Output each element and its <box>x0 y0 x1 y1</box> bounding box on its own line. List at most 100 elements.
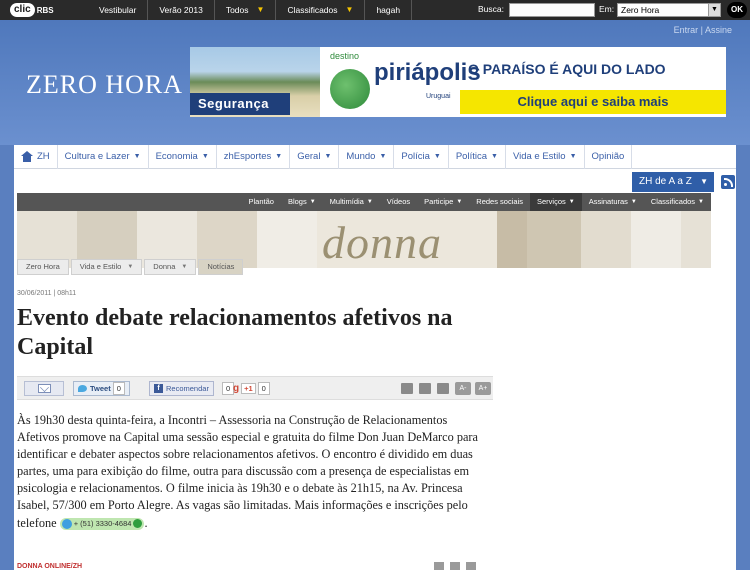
nav-label: Opinião <box>591 150 625 162</box>
site-header: Entrar | Assine ZERO HORA Segurança dest… <box>0 20 750 145</box>
section-nav-participe[interactable]: Participe ▼ <box>417 193 469 211</box>
font-decrease-button[interactable]: A- <box>455 382 471 395</box>
call-icon <box>133 519 143 529</box>
clic-rbs-logo[interactable]: clic RBS <box>10 2 56 18</box>
nav-policia[interactable]: Polícia ▼ <box>394 144 449 169</box>
banner-cta[interactable]: Clique aqui e saiba mais <box>460 90 726 114</box>
ad-banner[interactable]: Segurança destino piriápolis Uruguai O P… <box>190 47 726 117</box>
nav-economia[interactable]: Economia ▼ <box>149 144 217 169</box>
recommend-label: Recomendar <box>166 384 209 393</box>
comment-icon[interactable] <box>434 562 444 570</box>
section-nav-label: Assinaturas <box>588 197 628 206</box>
section-nav-label: Blogs <box>287 197 307 206</box>
section-nav-label: Participe <box>424 197 454 206</box>
rss-icon[interactable] <box>721 175 735 189</box>
article-datetime: 30/06/2011 | 08h11 <box>17 290 77 297</box>
top-nav-todos[interactable]: Todos ▼ <box>215 0 277 20</box>
tweet-button[interactable]: Tweet 0 <box>73 381 130 396</box>
google-plus-button[interactable]: g +1 0 <box>231 381 270 396</box>
band-block <box>497 211 527 268</box>
nav-label: Polícia <box>401 150 430 162</box>
scope-select[interactable]: Zero Hora ▼ <box>617 3 721 17</box>
nav-geral[interactable]: Geral ▼ <box>290 144 340 169</box>
tweet-count: 0 <box>112 382 125 395</box>
nav-cultura[interactable]: Cultura e Lazer ▼ <box>58 144 149 169</box>
band-block <box>581 211 631 268</box>
top-nav-classificados[interactable]: Classificados ▼ <box>276 0 366 20</box>
share-icon[interactable] <box>450 562 460 570</box>
nav-politica[interactable]: Política ▼ <box>449 144 506 169</box>
search-ok-button[interactable]: OK <box>727 2 747 18</box>
section-nav-assinaturas[interactable]: Assinaturas ▼ <box>582 193 644 211</box>
comment-icon[interactable] <box>401 383 413 394</box>
search-input[interactable] <box>509 3 595 17</box>
breadcrumb: Zero Hora Vida e Estilo ▼ Donna ▼ Notícias <box>17 259 245 275</box>
caret-down-icon: ▼ <box>700 177 708 186</box>
facebook-recommend-button[interactable]: f Recomendar <box>149 381 214 396</box>
top-nav-label: Todos <box>225 5 249 15</box>
section-nav-videos[interactable]: Vídeos <box>380 193 417 211</box>
breadcrumb-noticias[interactable]: Notícias <box>198 259 244 275</box>
article-title: Evento debate relacionamentos afetivos n… <box>17 305 453 360</box>
scope-select-value: Zero Hora <box>621 5 660 15</box>
top-nav-label: Vestibular <box>99 5 137 15</box>
home-icon <box>21 151 33 162</box>
band-block <box>257 211 317 268</box>
top-nav-label: Classificados <box>287 5 338 15</box>
email-button[interactable] <box>24 381 64 396</box>
caret-down-icon: ▼ <box>456 199 463 205</box>
chevron-down-icon: ▼ <box>256 5 265 14</box>
facebook-icon: f <box>154 384 163 393</box>
breadcrumb-vida-estilo[interactable]: Vida e Estilo ▼ <box>70 259 143 275</box>
nav-zhesportes[interactable]: zhEsportes ▼ <box>217 144 291 169</box>
section-nav-multimidia[interactable]: Multimídia ▼ <box>323 193 380 211</box>
nav-opiniao[interactable]: Opinião <box>585 144 633 169</box>
main-nav: ZH Cultura e Lazer ▼ Economia ▼ zhEsportes… <box>14 144 736 169</box>
nav-home[interactable]: ZH <box>14 144 58 169</box>
breadcrumb-zero-hora[interactable]: Zero Hora <box>17 259 69 275</box>
banner-uruguai: Uruguai <box>426 93 451 100</box>
article-tools: A- A+ <box>401 382 495 395</box>
top-nav-label: Verão 2013 <box>159 5 203 15</box>
share-icon[interactable] <box>419 383 431 394</box>
banner-piriapolis: piriápolis <box>374 59 481 86</box>
phone-badge[interactable]: + (51) 3330-4684 <box>59 517 145 530</box>
section-nav-label: Multimídia <box>329 197 364 206</box>
font-increase-button[interactable]: A+ <box>475 382 491 395</box>
piriapolis-logo-icon <box>330 69 370 109</box>
zero-hora-logo[interactable]: ZERO HORA <box>26 70 183 100</box>
band-block <box>631 211 681 268</box>
print-icon[interactable] <box>437 383 449 394</box>
caret-down-icon: ▼ <box>491 152 498 160</box>
section-nav: Plantão Blogs ▼ Multimídia ▼ Vídeos Partic… <box>17 193 711 211</box>
caret-down-icon: ▼ <box>698 199 704 205</box>
account-links[interactable]: Entrar | Assine <box>674 25 732 35</box>
zh-a-z-button[interactable]: ZH de A a Z ▼ <box>632 172 714 192</box>
article-body: Às 19h30 desta quinta-feira, a Incontri … <box>17 412 491 532</box>
top-nav-hagah[interactable]: hagah <box>365 0 413 20</box>
section-nav-classificados[interactable]: Classificados ▼ <box>644 193 711 211</box>
section-nav-servicos[interactable]: Serviços ▼ <box>530 193 582 211</box>
top-nav-vestibular[interactable]: Vestibular <box>88 0 149 20</box>
section-nav-label: Serviços <box>537 197 566 206</box>
section-nav-label: Plantão <box>248 197 274 206</box>
section-nav-blogs[interactable]: Blogs ▼ <box>281 193 323 211</box>
banner-destino: destino <box>330 51 360 61</box>
caret-down-icon: ▼ <box>309 199 316 205</box>
breadcrumb-donna[interactable]: Donna ▼ <box>144 259 197 275</box>
skype-icon <box>61 518 72 529</box>
nav-label: zhEsportes <box>223 150 272 162</box>
nav-mundo[interactable]: Mundo ▼ <box>339 144 395 169</box>
google-plus-icon: g <box>233 383 240 394</box>
share-bar: Tweet 0 f Recomendar 0 g +1 0 A- A+ <box>17 376 493 400</box>
section-nav-redes[interactable]: Redes sociais <box>469 193 530 211</box>
section-nav-label: Vídeos <box>386 197 411 206</box>
print-icon[interactable] <box>466 562 476 570</box>
section-title-donna[interactable]: donna <box>322 220 442 266</box>
nav-home-label: ZH <box>37 150 50 162</box>
footer-tools <box>434 562 482 570</box>
section-nav-plantao[interactable]: Plantão <box>242 193 281 211</box>
top-nav-verao[interactable]: Verão 2013 <box>148 0 215 20</box>
clic-logo-text: clic <box>10 3 35 17</box>
nav-vida-estilo[interactable]: Vida e Estilo ▼ <box>506 144 585 169</box>
